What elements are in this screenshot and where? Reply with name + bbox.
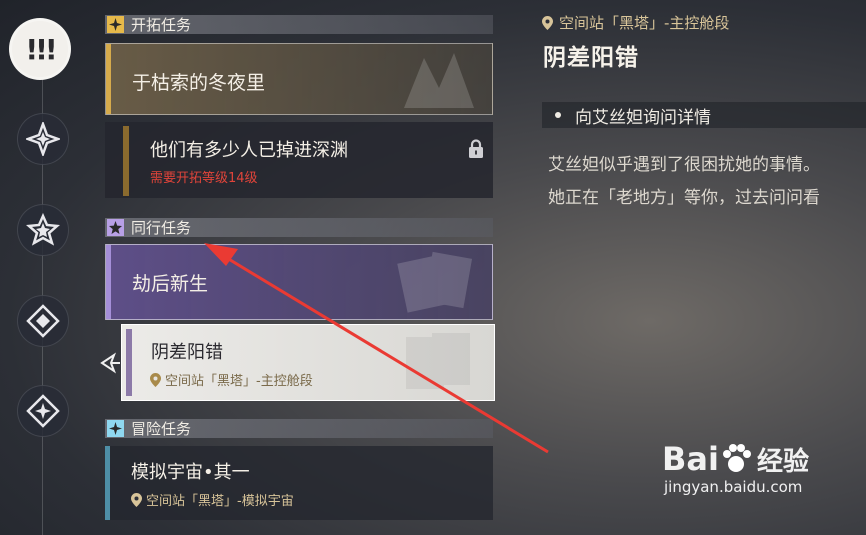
watermark-brand: Bai bbox=[662, 440, 719, 478]
paw-logo-icon bbox=[722, 444, 751, 472]
watermark-suffix: 经验 bbox=[756, 446, 809, 477]
baidu-jingyan-watermark: Bai 经验 jingyan.baidu.com bbox=[662, 440, 809, 496]
watermark-url: jingyan.baidu.com bbox=[664, 478, 803, 496]
